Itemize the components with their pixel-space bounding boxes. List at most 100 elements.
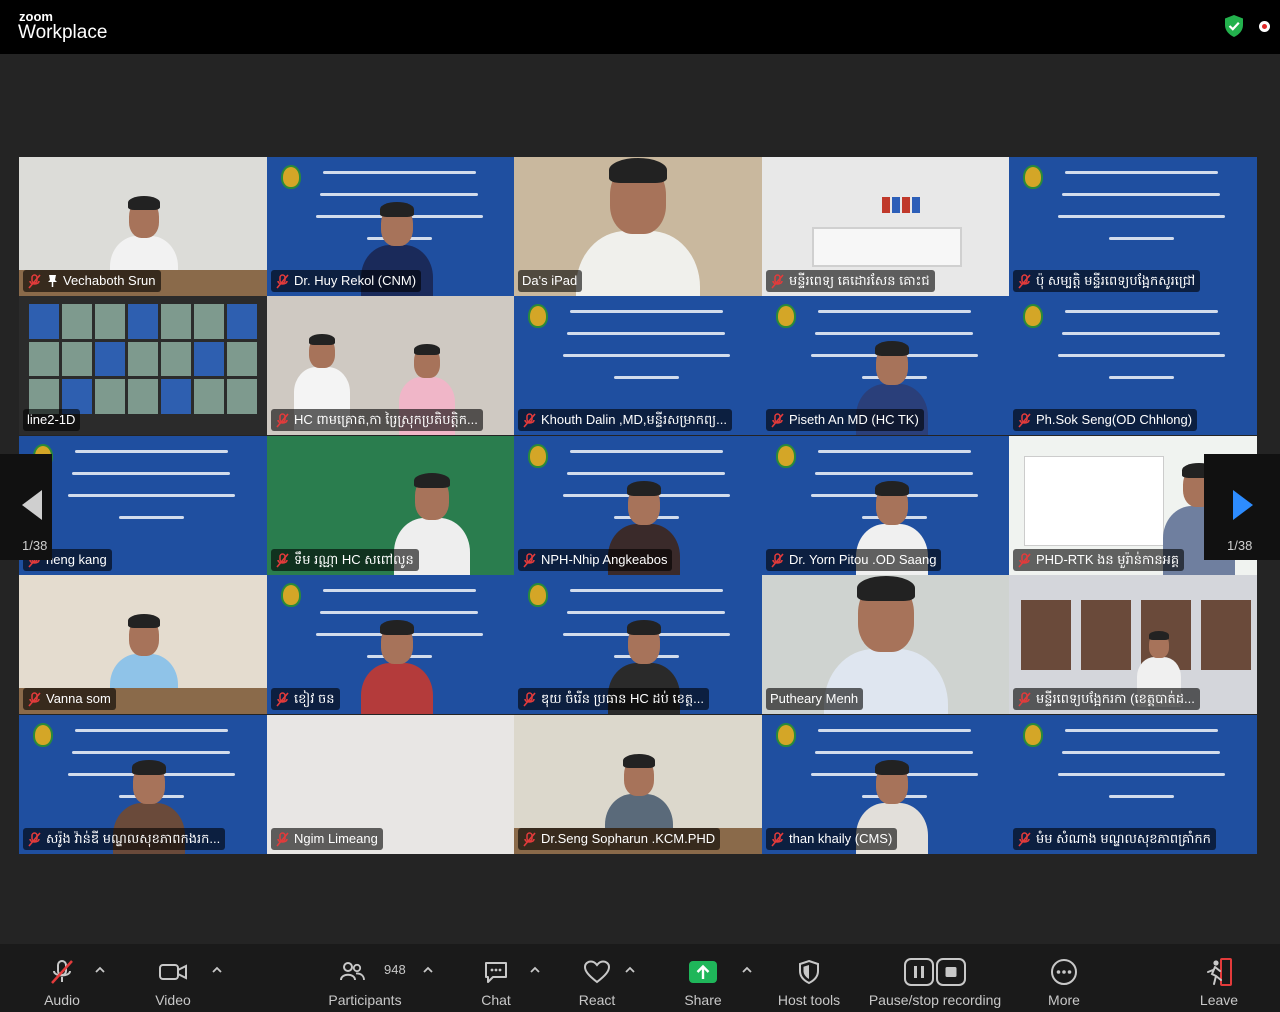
participant-tile[interactable]: HC ពាមគ្រោត,កា រ្រៃស្រុកប្រតិបត្តិក... [267,296,515,435]
share-button[interactable]: Share [680,944,726,1012]
meeting-toolbar: Audio Video Participants 948 Chat React [0,944,1280,1012]
nested-tile [29,341,59,377]
participant-tile[interactable]: មន្ទីរពេទ្យបង្អែករកា (ខេត្តបាត់ដ... [1009,575,1257,714]
participant-tile[interactable]: ឌុយ ចំរើន ប្រធាន HC ដប់ ខេត្ត... [514,575,762,714]
participant-tile[interactable]: than khaily (CMS) [762,715,1010,854]
banner-text-line [75,729,228,732]
audio-options-caret-icon[interactable] [94,966,106,974]
pause-stop-recording-icon [904,958,966,986]
banner-text-line [818,310,971,313]
participant-tile[interactable]: ទឹម រណ្ណា HC សពៅលូន [267,436,515,575]
participant-name: Piseth An MD (HC TK) [789,412,919,427]
recording-button[interactable]: Pause/stop recording [862,944,1008,1012]
react-label: React [578,992,616,1008]
participant-tile[interactable]: សរ៉ូង វ៉ាន់ឌី មណ្ឌលសុខភាពកងរក... [19,715,267,854]
video-camera-icon [159,964,187,980]
participant-name-tag: ឌុយ ចំរើន ប្រធាន HC ដប់ ខេត្ត... [518,688,709,710]
chat-options-caret-icon[interactable] [529,966,541,974]
participant-tile[interactable]: មំម សំណាង មណ្ឌលសុខភាពគ្រាំកក [1009,715,1257,854]
participant-name: មំម សំណាង មណ្ឌលសុខភាពគ្រាំកក [1036,831,1211,846]
participant-tile[interactable]: Khouth Dalin ,MD,មន្ទីរសម្រាកព្យ... [514,296,762,435]
participant-tile[interactable]: មន្ទីរពេទ្យ គេដោរសែន គោះជ [762,157,1010,296]
participant-tile[interactable]: NPH-Nhip Angkeabos [514,436,762,575]
participant-name: Ph.Sok Seng(OD Chhlong) [1036,412,1193,427]
gallery-grid: Vechaboth Srun Dr. Huy Rekol (CNM) Da's iP… [19,157,1257,854]
participant-tile[interactable]: Putheary Menh [762,575,1010,714]
muted-mic-icon [276,831,289,847]
muted-mic-icon [523,552,536,568]
banner-text-line [570,450,723,453]
participant-tile[interactable]: Ph.Sok Seng(OD Chhlong) [1009,296,1257,435]
bookshelf [1021,600,1071,670]
banner-text-line [75,450,228,453]
recording-indicator-icon [1259,21,1270,32]
participants-button[interactable]: Participants [325,944,405,1012]
banner-text-line [567,472,725,475]
participant-tile[interactable]: Ngim Limeang [267,715,515,854]
participant-video-figure [576,158,700,296]
banner-text-line [320,611,478,614]
banner-text-line [72,751,230,754]
participant-name: Dr. Huy Rekol (CNM) [294,273,417,288]
ministry-logo-icon [528,304,548,328]
heart-icon [583,960,611,984]
react-button[interactable]: React [575,944,619,1012]
banner-text-line [567,332,725,335]
poster-board [1024,456,1164,546]
muted-mic-icon [276,273,289,289]
nested-tile [29,304,59,339]
banner-text-line [1062,193,1220,196]
participant-tile[interactable]: Dr. Huy Rekol (CNM) [267,157,515,296]
audio-button[interactable]: Audio [38,944,86,1012]
banner-text-line [1065,729,1218,732]
page-indicator-right: 1/38 [1227,538,1253,553]
more-button[interactable]: More [1040,944,1088,1012]
participants-options-caret-icon[interactable] [422,966,434,974]
banner-text-line [1109,237,1174,240]
nested-tile [128,304,158,339]
participant-name-tag: Ph.Sok Seng(OD Chhlong) [1013,409,1198,431]
participants-icon [340,962,365,981]
nested-tile [161,304,191,339]
participant-tile[interactable]: ប៉ុ សម្បត្តិ មន្ទីរពេទ្យបង្អែកសូរជ្រៅ [1009,157,1257,296]
participant-name: Vanna som [46,691,111,706]
participant-name-tag: មន្ទីរពេទ្យ គេដោរសែន គោះជ [766,270,935,292]
participant-tile[interactable]: Vanna som [19,575,267,714]
participant-tile[interactable]: Da's iPad [514,157,762,296]
participant-tile[interactable]: ខៀវ ចន [267,575,515,714]
banner-text-line [570,310,723,313]
participant-tile[interactable]: Piseth An MD (HC TK) [762,296,1010,435]
participant-tile[interactable]: neng kang [19,436,267,575]
participant-tile[interactable]: Vechaboth Srun [19,157,267,296]
video-label: Video [155,992,191,1008]
meeting-table [812,227,962,267]
share-options-caret-icon[interactable] [741,966,753,974]
muted-mic-icon [276,552,289,568]
title-bar: zoom Workplace [0,0,1280,54]
muted-mic-icon [28,273,41,289]
leave-button[interactable]: Leave [1196,944,1242,1012]
chat-button[interactable]: Chat [474,944,518,1012]
video-button[interactable]: Video [148,944,198,1012]
security-shield-icon[interactable] [1223,14,1245,38]
participant-name: than khaily (CMS) [789,831,893,846]
participant-name-tag: Da's iPad [518,270,583,292]
host-tools-button[interactable]: Host tools [774,944,844,1012]
participant-tile[interactable]: line2-1D [19,296,267,435]
nested-tile [227,379,257,414]
muted-mic-icon [28,831,41,847]
nested-tile [194,379,224,414]
participant-tile[interactable]: Dr.Seng Sopharun .KCM.PHD [514,715,762,854]
react-options-caret-icon[interactable] [624,966,636,974]
participant-tile[interactable]: Dr. Yorn Pitou .OD Saang [762,436,1010,575]
nested-tile [95,304,125,339]
participant-name-tag: ប៉ុ សម្បត្តិ មន្ទីរពេទ្យបង្អែកសូរជ្រៅ [1013,270,1201,292]
nested-tile [227,304,257,339]
leave-label: Leave [1199,992,1239,1008]
muted-mic-icon [523,412,536,428]
video-options-caret-icon[interactable] [211,966,223,974]
participant-name-tag: មំម សំណាង មណ្ឌលសុខភាពគ្រាំកក [1013,828,1216,850]
recording-label: Pause/stop recording [868,992,1002,1008]
participant-name-tag: Ngim Limeang [271,828,383,850]
participant-name-tag: HC ពាមគ្រោត,កា រ្រៃស្រុកប្រតិបត្តិក... [271,409,483,431]
